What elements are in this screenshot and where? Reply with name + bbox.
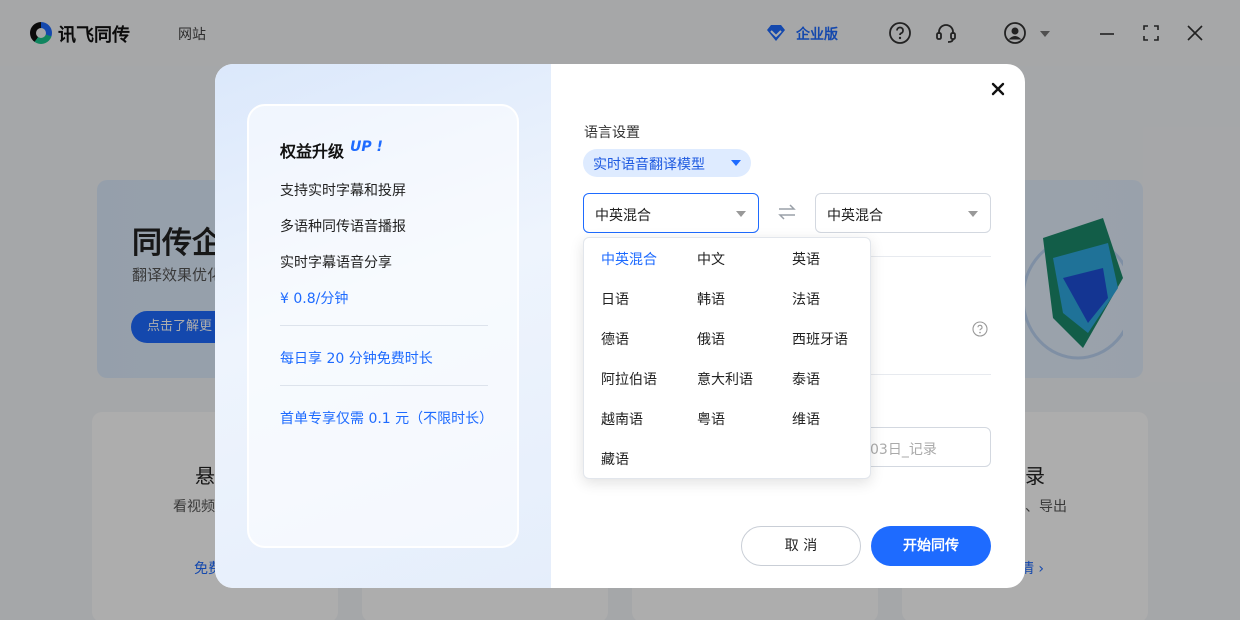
perk-item: 支持实时字幕和投屏	[280, 183, 406, 199]
start-interpretation-button[interactable]: 开始同传	[871, 526, 991, 566]
language-option[interactable]: 韩语	[697, 289, 725, 309]
perk-item: 多语种同传语音播报	[280, 219, 406, 235]
language-option[interactable]: 中文	[697, 249, 725, 269]
chevron-down-icon	[968, 211, 978, 217]
language-option[interactable]: 藏语	[601, 449, 629, 469]
question-icon[interactable]	[972, 321, 988, 337]
perk-first-order: 首单专享仅需 0.1 元（不限时长）	[280, 411, 494, 427]
cancel-button[interactable]: 取 消	[741, 526, 861, 566]
source-language-value: 中英混合	[595, 208, 651, 224]
model-select-value: 实时语音翻译模型	[593, 157, 705, 173]
perk-price: ¥ 0.8/分钟	[280, 291, 349, 307]
perks-title: 权益升级	[280, 142, 345, 161]
perks-panel: 权益升级 UP ! 支持实时字幕和投屏 多语种同传语音播报 实时字幕语音分享 ¥…	[215, 64, 551, 588]
language-option[interactable]: 西班牙语	[792, 329, 848, 349]
language-option[interactable]: 泰语	[792, 369, 820, 389]
language-option[interactable]: 日语	[601, 289, 629, 309]
model-select[interactable]: 实时语音翻译模型	[583, 149, 751, 177]
language-dropdown-menu: 中英混合 中文 英语 日语 韩语 法语 德语 俄语 西班牙语 阿拉伯语 意大利语…	[583, 237, 871, 479]
language-option[interactable]: 英语	[792, 249, 820, 269]
divider	[280, 325, 488, 326]
divider	[280, 385, 488, 386]
perk-item: 实时字幕语音分享	[280, 255, 392, 271]
close-dialog-icon[interactable]	[989, 80, 1007, 98]
language-settings-label: 语言设置	[584, 125, 640, 141]
swap-icon[interactable]	[777, 203, 797, 221]
perk-daily-free: 每日享 20 分钟免费时长	[280, 351, 433, 367]
language-option-selected[interactable]: 中英混合	[601, 249, 657, 269]
perks-up-badge: UP !	[350, 139, 383, 155]
language-option[interactable]: 粤语	[697, 409, 725, 429]
chevron-down-icon	[736, 211, 746, 217]
target-language-value: 中英混合	[827, 208, 883, 224]
perks-card: 权益升级 UP ! 支持实时字幕和投屏 多语种同传语音播报 实时字幕语音分享 ¥…	[247, 104, 519, 548]
language-option[interactable]: 法语	[792, 289, 820, 309]
target-language-select[interactable]: 中英混合	[815, 193, 991, 233]
language-option[interactable]: 阿拉伯语	[601, 369, 657, 389]
language-option[interactable]: 维语	[792, 409, 820, 429]
language-option[interactable]: 德语	[601, 329, 629, 349]
language-option[interactable]: 俄语	[697, 329, 725, 349]
source-language-select[interactable]: 中英混合	[583, 193, 759, 233]
language-option[interactable]: 越南语	[601, 409, 643, 429]
chevron-down-icon	[731, 160, 741, 166]
language-option[interactable]: 意大利语	[697, 369, 753, 389]
record-name-value: 03日_记录	[870, 442, 937, 458]
